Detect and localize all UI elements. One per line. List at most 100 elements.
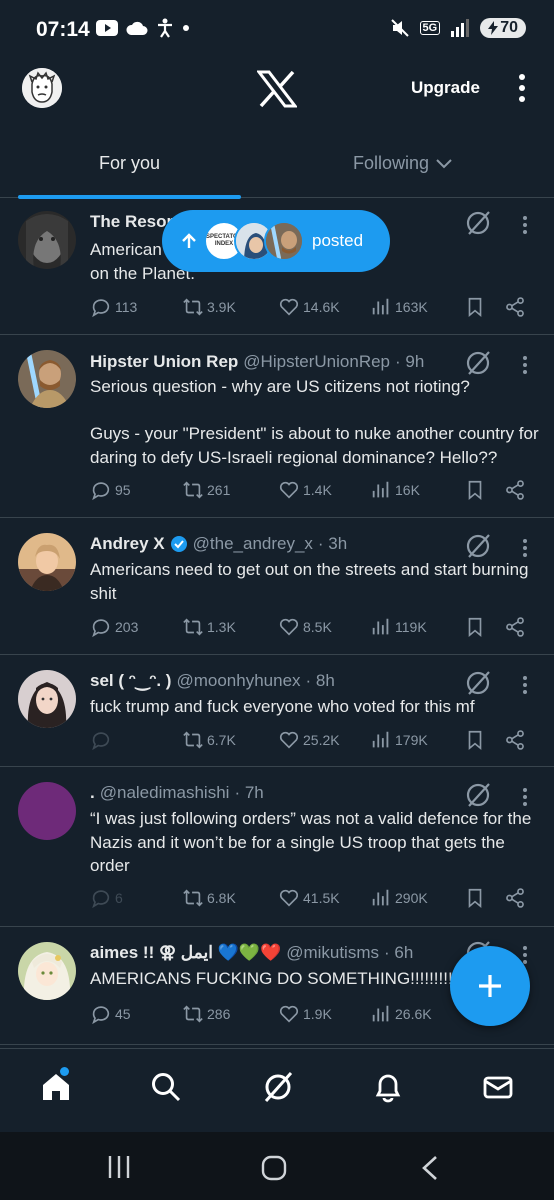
reply-icon xyxy=(92,482,110,501)
tweet-avatar[interactable] xyxy=(18,350,76,408)
bookmark-button[interactable] xyxy=(464,479,486,501)
avatar-image xyxy=(18,670,76,728)
repost-button[interactable]: 1.3K xyxy=(182,616,236,638)
back-icon[interactable] xyxy=(418,1154,442,1182)
tweet-avatar[interactable] xyxy=(18,782,76,840)
tweet-more-icon[interactable] xyxy=(520,787,530,807)
like-button[interactable]: 1.4K xyxy=(278,479,332,501)
home-system-icon[interactable] xyxy=(260,1154,288,1182)
share-button[interactable] xyxy=(504,729,526,751)
repost-button[interactable]: 261 xyxy=(182,479,230,501)
notifications-bell-icon[interactable] xyxy=(372,1071,404,1103)
heart-icon xyxy=(279,731,299,749)
tweet-author-name[interactable]: aimes !! ⚢ ايمل 💙💚❤️ xyxy=(90,943,281,963)
reply-button[interactable]: 6 xyxy=(90,887,123,909)
tweet-text: “I was just following orders” was not a … xyxy=(90,809,532,875)
tweet[interactable]: . @naledimashishi · 7h “I was just follo… xyxy=(0,767,554,927)
tweet-author-handle[interactable]: @naledimashishi xyxy=(100,783,230,803)
share-button[interactable] xyxy=(504,296,526,318)
recent-apps-icon[interactable] xyxy=(106,1154,132,1180)
reply-icon xyxy=(92,299,110,318)
home-notification-dot xyxy=(60,1067,69,1076)
tweet-author-handle[interactable]: @mikutisms xyxy=(286,943,379,963)
reply-button[interactable]: 203 xyxy=(90,616,138,638)
views-button[interactable]: 163K xyxy=(370,296,428,318)
tweet[interactable]: Andrey X @the_andrey_x · 3h Americans ne… xyxy=(0,518,554,655)
like-count: 8.5K xyxy=(303,619,332,635)
views-button[interactable]: 119K xyxy=(370,616,427,638)
like-count: 1.9K xyxy=(303,1006,332,1022)
upgrade-button[interactable]: Upgrade xyxy=(411,78,480,98)
like-count: 14.6K xyxy=(303,299,340,315)
views-button[interactable]: 290K xyxy=(370,887,428,909)
grok-icon[interactable] xyxy=(465,782,491,808)
bookmark-button[interactable] xyxy=(464,296,486,318)
feed-tabs: For you Following xyxy=(0,140,554,199)
like-button[interactable]: 25.2K xyxy=(278,729,340,751)
repost-count: 3.9K xyxy=(207,299,236,315)
tweet-author-handle[interactable]: @moonhyhunex xyxy=(176,671,300,691)
tweet-time: · 8h xyxy=(305,671,335,690)
more-options-icon[interactable] xyxy=(512,72,532,104)
repost-button[interactable]: 6.8K xyxy=(182,887,236,909)
tweet-more-icon[interactable] xyxy=(520,355,530,375)
reply-button[interactable]: 45 xyxy=(90,1003,131,1025)
tweet-avatar[interactable] xyxy=(18,211,76,269)
battery-level: 70 xyxy=(500,19,518,36)
views-button[interactable]: 26.6K xyxy=(370,1003,432,1025)
grok-icon[interactable] xyxy=(465,350,491,376)
repost-button[interactable]: 6.7K xyxy=(182,729,236,751)
tab-following[interactable]: Following xyxy=(353,153,453,174)
repost-button[interactable]: 3.9K xyxy=(182,296,236,318)
reply-button[interactable] xyxy=(90,729,115,751)
tweet-author-name[interactable]: The Resor xyxy=(90,212,173,232)
like-button[interactable]: 8.5K xyxy=(278,616,332,638)
tab-for-you[interactable]: For you xyxy=(99,153,160,174)
home-icon[interactable] xyxy=(40,1071,72,1103)
tweet[interactable]: sel ( ᵔ‿ᵔ. ) @moonhyhunex · 8h fuck trum… xyxy=(0,655,554,767)
share-button[interactable] xyxy=(504,616,526,638)
search-icon[interactable] xyxy=(150,1071,182,1103)
bookmark-button[interactable] xyxy=(464,729,486,751)
tweet-author-name[interactable]: . xyxy=(90,783,95,803)
new-posts-pill[interactable]: SPECTATOR INDEX posted xyxy=(162,210,390,272)
like-button[interactable]: 14.6K xyxy=(278,296,340,318)
tweet-more-icon[interactable] xyxy=(520,675,530,695)
tweet-avatar[interactable] xyxy=(18,942,76,1000)
bottom-navigation xyxy=(0,1048,554,1132)
messages-icon[interactable] xyxy=(482,1071,514,1103)
grok-icon[interactable] xyxy=(465,533,491,559)
x-logo-icon[interactable] xyxy=(257,70,297,108)
like-button[interactable]: 1.9K xyxy=(278,1003,332,1025)
tweet-author-name[interactable]: Andrey X xyxy=(90,534,165,554)
repost-button[interactable]: 286 xyxy=(182,1003,230,1025)
heart-icon xyxy=(279,618,299,636)
share-button[interactable] xyxy=(504,479,526,501)
share-button[interactable] xyxy=(504,887,526,909)
new-posts-label: posted xyxy=(312,231,364,250)
tweet[interactable]: Hipster Union Rep @HipsterUnionRep · 9h … xyxy=(0,335,554,518)
views-button[interactable]: 179K xyxy=(370,729,428,751)
tweet-more-icon[interactable] xyxy=(520,538,530,558)
grok-icon[interactable] xyxy=(465,210,491,236)
tweet-author-handle[interactable]: @HipsterUnionRep xyxy=(243,352,390,372)
tweet-avatar[interactable] xyxy=(18,533,76,591)
tweet-text: Serious question - why are US citizens n… xyxy=(90,377,539,467)
battery-indicator: 70 xyxy=(480,18,526,38)
tweet-more-icon[interactable] xyxy=(520,215,530,235)
compose-post-button[interactable] xyxy=(450,946,530,1026)
tweet-avatar[interactable] xyxy=(18,670,76,728)
like-button[interactable]: 41.5K xyxy=(278,887,340,909)
reply-button[interactable]: 95 xyxy=(90,479,131,501)
views-button[interactable]: 16K xyxy=(370,479,420,501)
tweet-author-name[interactable]: sel ( ᵔ‿ᵔ. ) xyxy=(90,671,171,691)
reply-button[interactable]: 113 xyxy=(90,296,137,318)
bookmark-button[interactable] xyxy=(464,616,486,638)
profile-avatar[interactable] xyxy=(22,68,62,108)
bookmark-button[interactable] xyxy=(464,887,486,909)
tweet-author-handle[interactable]: @the_andrey_x xyxy=(193,534,313,554)
grok-icon[interactable] xyxy=(465,670,491,696)
tweet-author-name[interactable]: Hipster Union Rep xyxy=(90,352,238,372)
grok-icon[interactable] xyxy=(262,1071,294,1103)
pill-avatars: SPECTATOR INDEX xyxy=(204,221,304,261)
